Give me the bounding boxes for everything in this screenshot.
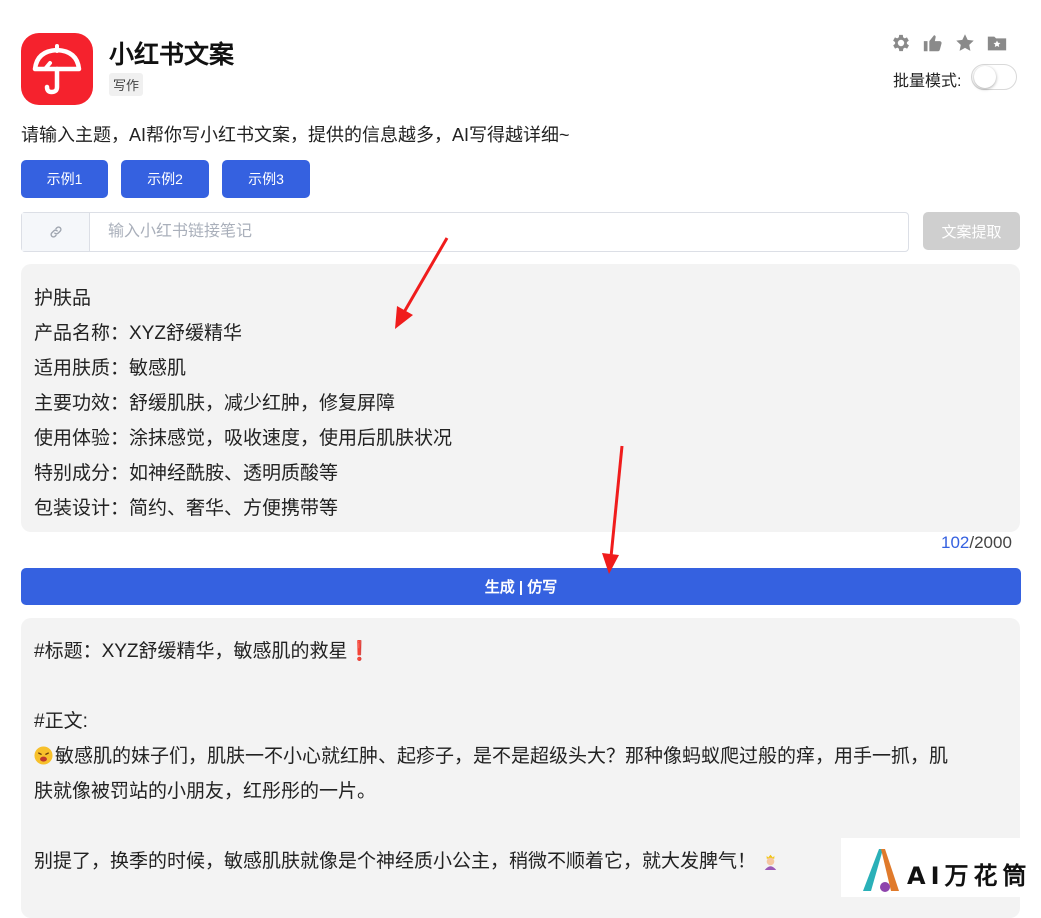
link-icon-box <box>22 213 90 251</box>
batch-mode-toggle[interactable] <box>971 64 1017 90</box>
generate-button[interactable]: 生成 | 仿写 <box>21 568 1021 605</box>
link-input-group <box>21 212 909 252</box>
folder-star-icon[interactable] <box>985 32 1009 54</box>
char-count-current: 102 <box>941 533 970 552</box>
prompt-line: 使用体验：涂抹感觉，吸收速度，使用后肌肤状况 <box>34 428 453 449</box>
distressed-face-icon <box>34 746 53 765</box>
example-2-button[interactable]: 示例2 <box>121 160 209 198</box>
example-buttons: 示例1 示例2 示例3 <box>21 160 310 198</box>
watermark-text: AI万花筒 <box>907 862 1032 890</box>
char-counter: 102/2000 <box>941 533 1012 553</box>
top-actions <box>889 32 1009 54</box>
batch-mode-label: 批量模式: <box>893 73 962 90</box>
umbrella-icon <box>32 44 82 95</box>
toggle-knob <box>974 66 996 88</box>
output-paragraph-cont: 肤就像被罚站的小朋友，红彤彤的一片。 <box>34 781 377 802</box>
prompt-line: 产品名称：XYZ舒缓精华 <box>34 323 242 344</box>
description-text: 请输入主题，AI帮你写小红书文案，提供的信息越多，AI写得越详细~ <box>21 125 570 145</box>
watermark-logo-icon <box>863 849 899 892</box>
example-3-button[interactable]: 示例3 <box>222 160 310 198</box>
watermark: AI万花筒 <box>841 838 1041 897</box>
prompt-line: 适用肤质：敏感肌 <box>34 358 187 379</box>
thumbs-up-icon[interactable] <box>921 32 945 54</box>
prompt-line: 特别成分：如神经酰胺、透明质酸等 <box>34 463 339 484</box>
example-1-button[interactable]: 示例1 <box>21 160 108 198</box>
gear-icon[interactable] <box>889 32 913 54</box>
link-input[interactable] <box>90 213 908 251</box>
prompt-line: 护肤品 <box>34 288 92 309</box>
output-body-heading: #正文: <box>34 711 88 732</box>
app-title: 小红书文案 <box>109 41 235 69</box>
category-tag: 写作 <box>109 73 144 96</box>
star-icon[interactable] <box>953 32 977 54</box>
extract-button[interactable]: 文案提取 <box>923 212 1020 250</box>
app-logo <box>21 33 93 105</box>
link-icon <box>49 226 62 238</box>
output-paragraph: 敏感肌的妹子们，肌肤一不小心就红肿、起疹子，是不是超级头大？那种像蚂蚁爬过般的痒… <box>34 739 1007 774</box>
char-count-max: /2000 <box>969 533 1012 552</box>
output-title: #标题：XYZ舒缓精华，敏感肌的救星❗ <box>34 641 372 662</box>
prompt-line: 包装设计：简约、奢华、方便携带等 <box>34 498 339 519</box>
princess-icon <box>765 854 777 870</box>
prompt-textarea[interactable]: 护肤品 产品名称：XYZ舒缓精华 适用肤质：敏感肌 主要功效：舒缓肌肤，减少红肿… <box>21 264 1020 532</box>
prompt-line: 主要功效：舒缓肌肤，减少红肿，修复屏障 <box>34 393 396 414</box>
